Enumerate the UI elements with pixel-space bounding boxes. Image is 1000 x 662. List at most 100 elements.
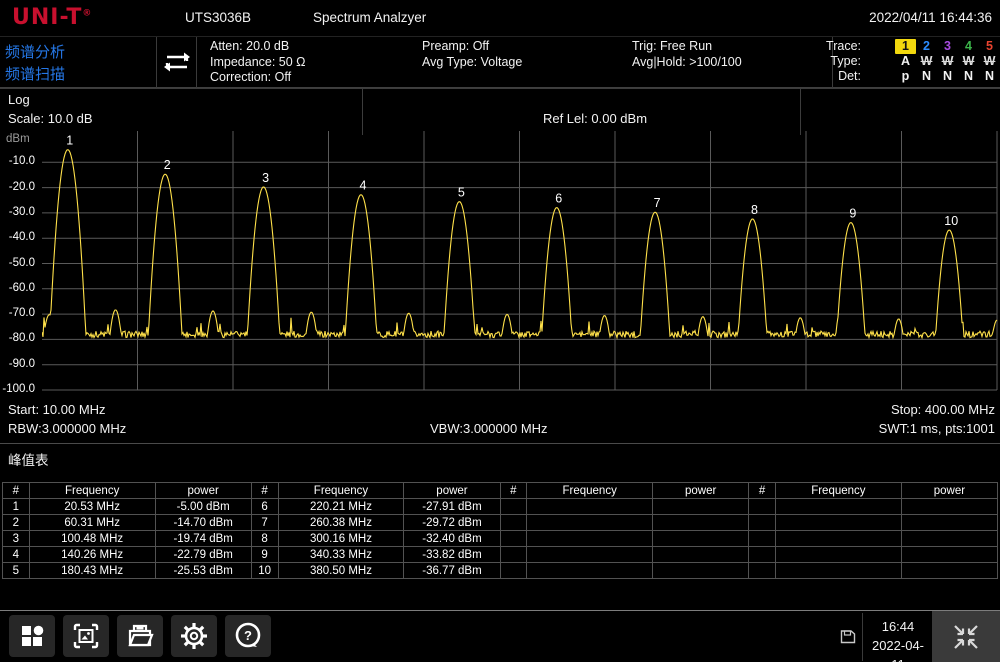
vbw-label: VBW:3.000000 MHz [430, 421, 548, 436]
peak-marker-label: 2 [164, 158, 171, 172]
peak-marker-label: 4 [359, 179, 366, 193]
peak-table-cell: -36.77 dBm [404, 563, 500, 579]
peak-table-cell [775, 531, 901, 547]
apps-grid-icon [19, 623, 45, 649]
peak-table-cell: 220.21 MHz [278, 499, 404, 515]
peak-table-cell [749, 499, 776, 515]
trace-type-value: W [979, 54, 1000, 69]
trace-det-value: N [979, 69, 1000, 84]
collapse-view-button[interactable] [932, 611, 1000, 662]
start-frequency-label: Start: 10.00 MHz [8, 402, 106, 417]
peak-marker-label: 5 [458, 186, 465, 200]
spectrum-analyzer-screen: UNI-T® UTS3036B Spectrum Analzyer 2022/0… [0, 0, 1000, 662]
continuous-sweep-button[interactable] [157, 37, 197, 88]
y-axis-tick-label: -60.0 [0, 282, 35, 294]
peak-table-cell [500, 531, 527, 547]
ref-level-label: Ref Lel: 0.00 dBm [543, 111, 647, 126]
peak-marker-label: 7 [654, 196, 661, 210]
trace-select-1[interactable]: 1 [895, 39, 916, 54]
strip-divider [800, 88, 801, 135]
spectrum-plot: 12345678910 [42, 131, 998, 393]
peak-table-header: power [404, 483, 500, 499]
y-axis-tick-label: -40.0 [0, 231, 35, 243]
trace-select-2[interactable]: 2 [916, 39, 937, 54]
y-axis-tick-label: -20.0 [0, 181, 35, 193]
y-axis-tick-labels: -10.0-20.0-30.0-40.0-50.0-60.0-70.0-80.0… [0, 0, 38, 400]
trace-type-value: A [895, 54, 916, 69]
peak-table-header: power [653, 483, 749, 499]
y-axis-tick-label: -30.0 [0, 206, 35, 218]
loop-arrows-icon [162, 48, 192, 76]
peak-table-row: 260.31 MHz-14.70 dBm7260.38 MHz-29.72 dB… [3, 515, 998, 531]
peak-table-cell: -29.72 dBm [404, 515, 500, 531]
peak-table-cell: 7 [251, 515, 278, 531]
screenshot-button[interactable] [63, 615, 109, 657]
peak-table-cell [527, 499, 653, 515]
y-axis-tick-label: -70.0 [0, 307, 35, 319]
trace-select-4[interactable]: 4 [958, 39, 979, 54]
trace-det-value: p [895, 69, 916, 84]
peak-table-cell: 140.26 MHz [29, 547, 155, 563]
peak-table-cell [775, 499, 901, 515]
stop-frequency-label: Stop: 400.00 MHz [891, 402, 995, 417]
peak-table-cell: 340.33 MHz [278, 547, 404, 563]
peak-table-cell [527, 531, 653, 547]
peak-table-cell [500, 499, 527, 515]
trace-type-value: W [937, 54, 958, 69]
input-settings-group: Atten: 20.0 dB Impedance: 50 Ω Correctio… [210, 39, 306, 86]
trace-status-panel: Trace:123456 Type:AWWWWW Det:pNNNNN [832, 37, 1000, 88]
y-axis-tick-label: -80.0 [0, 332, 35, 344]
peak-table-title: 峰值表 [8, 449, 49, 469]
peak-table-cell: 100.48 MHz [29, 531, 155, 547]
peak-table-cell [527, 563, 653, 579]
peak-marker-label: 8 [751, 203, 758, 217]
peak-table-row: 5180.43 MHz-25.53 dBm10380.50 MHz-36.77 … [3, 563, 998, 579]
peak-table-cell: -19.74 dBm [155, 531, 251, 547]
peak-table-cell: 380.50 MHz [278, 563, 404, 579]
peak-table-cell: 8 [251, 531, 278, 547]
peak-table-cell [901, 531, 997, 547]
help-button[interactable]: ? [225, 615, 271, 657]
peak-table-cell: 1 [3, 499, 30, 515]
help-icon: ? [233, 621, 263, 651]
peak-table-cell: -14.70 dBm [155, 515, 251, 531]
peak-marker-label: 1 [66, 134, 73, 148]
peak-marker-label: 3 [262, 171, 269, 185]
chart-header-strip: Log Scale: 10.0 dB Ref Lel: 0.00 dBm [0, 88, 1000, 135]
peak-table-header: Frequency [29, 483, 155, 499]
peak-table-cell [653, 563, 749, 579]
trace-type-row: Type:AWWWWW [833, 54, 1000, 69]
trace-select-5[interactable]: 5 [979, 39, 1000, 54]
clock-date: 2022-04-11 [866, 636, 930, 662]
rbw-label: RBW:3.000000 MHz [8, 421, 126, 436]
apps-menu-button[interactable] [9, 615, 55, 657]
y-axis-tick-label: -10.0 [0, 155, 35, 167]
amp-settings-group: Preamp: Off Avg Type: Voltage [422, 39, 522, 70]
clock-time: 16:44 [866, 617, 930, 636]
trace-select-3[interactable]: 3 [937, 39, 958, 54]
app-title: Spectrum Analzyer [313, 10, 426, 25]
peak-table-cell: 20.53 MHz [29, 499, 155, 515]
peak-table-cell: 10 [251, 563, 278, 579]
registered-mark: ® [82, 9, 92, 19]
floppy-disk-icon [840, 628, 856, 644]
toolbar-divider [862, 613, 863, 661]
top-bar: UNI-T® UTS3036B Spectrum Analzyer 2022/0… [0, 0, 1000, 36]
peak-marker-label: 6 [555, 192, 562, 206]
peak-table-header: # [749, 483, 776, 499]
peak-table-cell [653, 499, 749, 515]
settings-bar: 频谱分析 频谱扫描 Atten: 20.0 dB Impedance: 50 Ω… [0, 36, 1000, 88]
toolbar-clock: 16:44 2022-04-11 [866, 617, 930, 662]
peak-table-header: # [3, 483, 30, 499]
save-status-indicator [840, 628, 856, 644]
file-manager-button[interactable] [117, 615, 163, 657]
svg-text:?: ? [244, 628, 252, 643]
peak-table-cell [749, 563, 776, 579]
peak-table-cell: -22.79 dBm [155, 547, 251, 563]
peak-table-cell [901, 515, 997, 531]
peak-marker-label: 10 [944, 214, 958, 228]
settings-button[interactable] [171, 615, 217, 657]
peak-table-cell [500, 515, 527, 531]
screenshot-icon [72, 622, 100, 650]
peak-table-cell [653, 515, 749, 531]
